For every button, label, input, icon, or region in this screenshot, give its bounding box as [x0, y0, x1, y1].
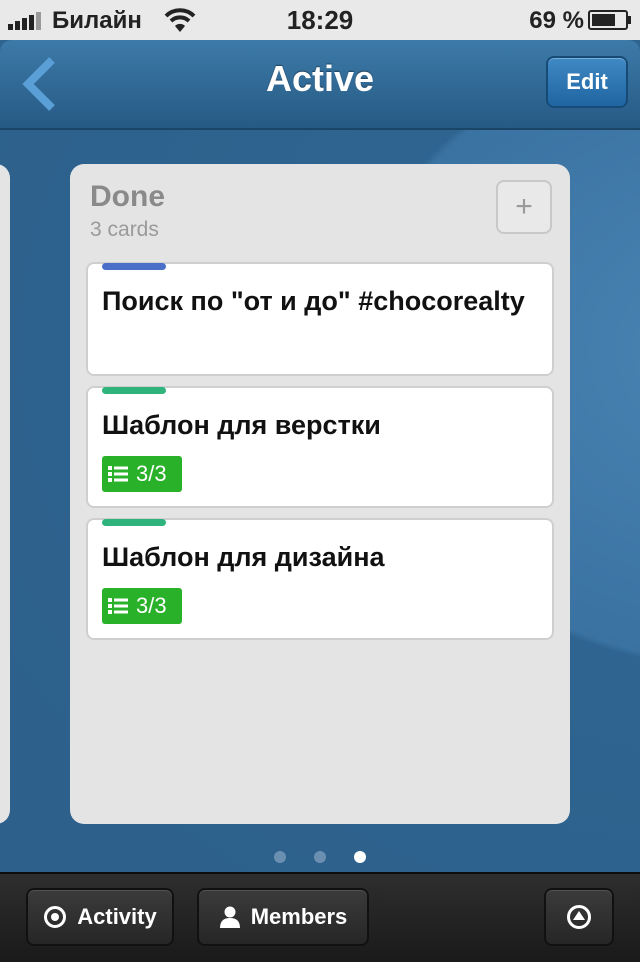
- card-title: Шаблон для дизайна: [102, 542, 385, 572]
- card-title: Поиск по "от и до" #chocorealty: [102, 286, 525, 316]
- card-label-color: [102, 387, 166, 394]
- list-title: Done: [90, 180, 165, 213]
- members-button[interactable]: Members: [197, 888, 369, 946]
- activity-label: Activity: [77, 904, 157, 929]
- checklist-badge: 3/3: [102, 456, 182, 492]
- list-card-count: 3 cards: [90, 218, 159, 241]
- page-indicator[interactable]: [0, 850, 640, 868]
- checklist-progress: 3/3: [136, 461, 167, 486]
- checklist-icon: [108, 598, 128, 614]
- checklist-icon: [108, 466, 128, 482]
- plus-icon: +: [515, 190, 533, 223]
- list-done: Done 3 cards + Поиск по "от и до" #choco…: [70, 164, 570, 824]
- card-label-color: [102, 263, 166, 270]
- card-item[interactable]: Шаблон для верстки 3/3: [86, 386, 554, 508]
- up-arrow-icon: [567, 905, 591, 929]
- card-item[interactable]: Шаблон для дизайна 3/3: [86, 518, 554, 640]
- status-bar: Билайн 18:29 69 %: [0, 0, 640, 40]
- card-title: Шаблон для верстки: [102, 410, 381, 440]
- previous-list-edge[interactable]: [0, 164, 10, 824]
- bottom-toolbar: Activity Members: [0, 872, 640, 962]
- members-label: Members: [250, 904, 348, 929]
- checklist-badge: 3/3: [102, 588, 182, 624]
- add-card-button[interactable]: +: [496, 180, 552, 234]
- page-dot-active[interactable]: [354, 851, 367, 863]
- board-area[interactable]: Done 3 cards + Поиск по "от и до" #choco…: [0, 130, 640, 872]
- card-label-color: [102, 519, 166, 526]
- card-item[interactable]: Поиск по "от и до" #chocorealty: [86, 262, 554, 376]
- activity-icon: [44, 906, 67, 928]
- battery-percent: 69 %: [529, 7, 584, 34]
- checklist-progress: 3/3: [136, 593, 167, 618]
- battery-icon: [588, 10, 631, 30]
- page-dot[interactable]: [273, 851, 286, 863]
- activity-button[interactable]: Activity: [26, 888, 174, 946]
- members-icon: [219, 906, 240, 928]
- page-title: Active: [265, 58, 375, 99]
- navigation-bar: Active Edit: [0, 40, 640, 130]
- page-dot[interactable]: [314, 851, 326, 863]
- scroll-up-button[interactable]: [544, 888, 614, 946]
- edit-button[interactable]: Edit: [546, 56, 628, 108]
